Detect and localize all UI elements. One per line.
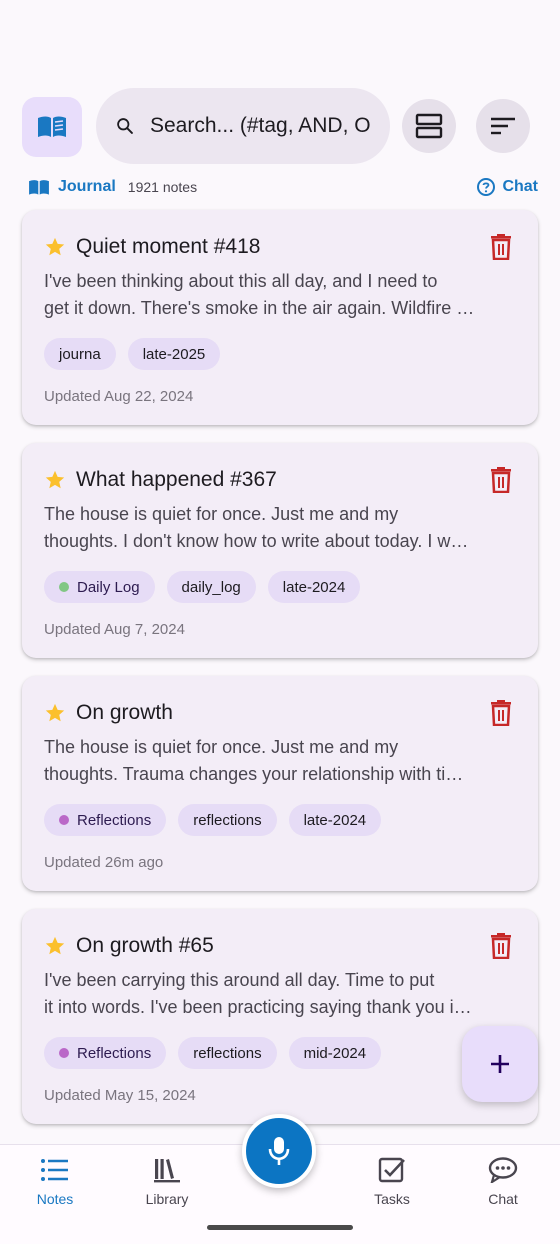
nav-tasks-label: Tasks — [374, 1191, 410, 1207]
nav-notes-label: Notes — [36, 1191, 74, 1207]
tag-chip[interactable]: reflections — [178, 1037, 277, 1069]
note-card[interactable]: Quiet moment #418 I've been thinking abo… — [22, 210, 538, 425]
note-updated: Updated Aug 7, 2024 — [44, 621, 185, 638]
chat-link[interactable]: Chat — [476, 177, 538, 197]
help-circle-icon — [477, 178, 496, 196]
nav-chat-label: Chat — [488, 1191, 518, 1207]
category-chip[interactable]: Daily Log — [44, 571, 155, 603]
sort-icon — [491, 117, 515, 135]
tag-chip[interactable]: mid-2024 — [288, 1037, 382, 1069]
category-dot — [59, 582, 69, 592]
journal-link[interactable]: Journal — [28, 178, 116, 196]
note-updated: Updated Aug 22, 2024 — [44, 388, 194, 405]
view-toggle-button[interactable] — [402, 99, 456, 153]
chat-link-label: Chat — [502, 178, 538, 195]
view-agenda-icon — [415, 113, 443, 139]
star-icon[interactable] — [44, 469, 66, 491]
category-dot — [59, 1048, 69, 1058]
nav-tasks[interactable]: Tasks — [342, 1157, 442, 1207]
add-note-button[interactable] — [462, 1026, 538, 1102]
note-title: On growth — [76, 701, 173, 724]
tag-chip[interactable]: daily_log — [166, 571, 256, 603]
chat-bubble-icon — [488, 1157, 518, 1183]
book-open-icon — [29, 179, 49, 195]
note-card[interactable]: On growth The house is quiet for once. J… — [22, 676, 538, 891]
note-updated: Updated May 15, 2024 — [44, 1087, 196, 1104]
note-count: 1921 notes — [127, 179, 198, 195]
microphone-icon — [268, 1137, 290, 1165]
tag-chip[interactable]: journa — [44, 338, 116, 370]
note-preview: I've been thinking about this all day, a… — [44, 271, 475, 318]
plus-icon — [491, 1055, 509, 1073]
tag-list: Daily Log daily_log late-2024 — [44, 571, 516, 603]
note-updated: Updated 26m ago — [44, 854, 164, 871]
star-icon[interactable] — [44, 935, 66, 957]
status-bar — [0, 0, 560, 70]
voice-record-button[interactable] — [242, 1114, 316, 1188]
tag-chip[interactable]: late-2025 — [127, 338, 221, 370]
tag-chip[interactable]: late-2024 — [267, 571, 361, 603]
tag-chip[interactable]: late-2024 — [288, 804, 382, 836]
category-dot — [59, 815, 69, 825]
book-open-icon — [38, 116, 66, 137]
top-bar — [22, 88, 538, 164]
note-title: Quiet moment #418 — [76, 235, 261, 258]
note-card[interactable]: What happened #367 The house is quiet fo… — [22, 443, 538, 658]
notes-list: Quiet moment #418 I've been thinking abo… — [22, 210, 538, 1142]
trash-icon[interactable] — [490, 700, 512, 726]
note-title: What happened #367 — [76, 468, 277, 491]
list-icon — [41, 1159, 68, 1181]
tag-chip[interactable]: reflections — [178, 804, 277, 836]
journal-switch-button[interactable] — [22, 97, 82, 157]
search-icon — [117, 118, 133, 134]
note-title: On growth #65 — [76, 934, 214, 957]
journal-info-row: Journal 1921 notes Chat — [28, 176, 538, 198]
sort-button[interactable] — [476, 99, 530, 153]
journal-name: Journal — [58, 178, 116, 195]
tag-list: journa late-2025 — [44, 338, 516, 370]
search-input[interactable] — [150, 114, 390, 138]
home-indicator — [207, 1225, 353, 1230]
trash-icon[interactable] — [490, 234, 512, 260]
star-icon[interactable] — [44, 236, 66, 258]
library-icon — [154, 1159, 180, 1183]
nav-library-label: Library — [145, 1191, 189, 1207]
note-card[interactable]: On growth #65 I've been carrying this ar… — [22, 909, 538, 1124]
trash-icon[interactable] — [490, 467, 512, 493]
nav-notes[interactable]: Notes — [5, 1157, 105, 1207]
search-bar[interactable] — [96, 88, 390, 164]
tag-list: Reflections reflections mid-2024 — [44, 1037, 516, 1069]
note-preview: The house is quiet for once. Just me and… — [44, 737, 464, 784]
tag-list: Reflections reflections late-2024 — [44, 804, 516, 836]
note-preview: I've been carrying this around all day. … — [44, 970, 472, 1017]
note-preview: The house is quiet for once. Just me and… — [44, 504, 469, 551]
nav-library[interactable]: Library — [117, 1157, 217, 1207]
trash-icon[interactable] — [490, 933, 512, 959]
category-chip[interactable]: Reflections — [44, 1037, 167, 1069]
checkbox-icon — [378, 1157, 405, 1183]
nav-chat[interactable]: Chat — [453, 1157, 553, 1207]
star-icon[interactable] — [44, 702, 66, 724]
category-chip[interactable]: Reflections — [44, 804, 167, 836]
